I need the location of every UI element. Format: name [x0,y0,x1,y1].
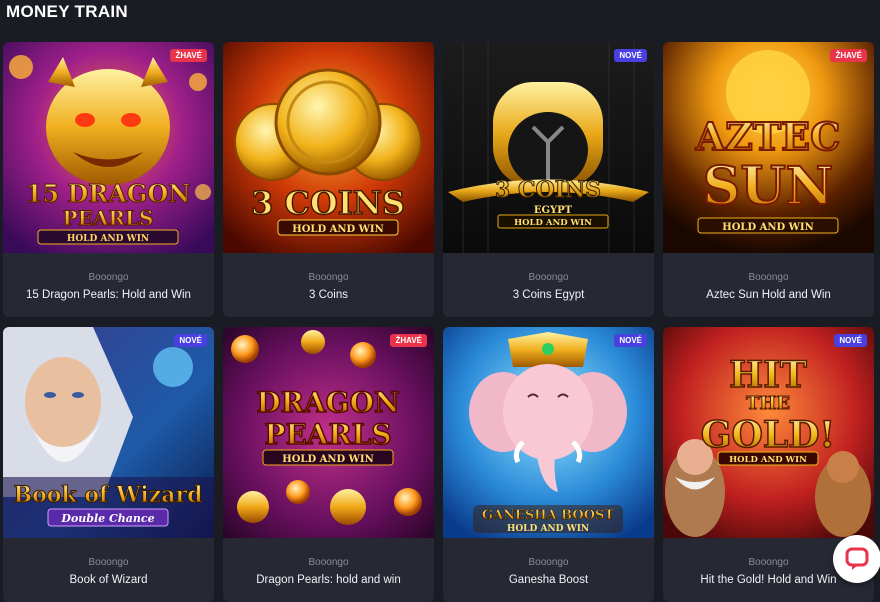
art-title-line: EGYPT [534,205,573,216]
game-provider: Booongo [308,272,349,283]
badge-new: NOVÉ [614,334,647,347]
art-title-line: DRAGON [256,386,399,419]
art-subtitle: Double Chance [60,512,154,525]
game-card[interactable]: GANESHA BOOST HOLD AND WIN NOVÉ Booongo … [443,327,654,602]
game-thumbnail[interactable]: AZTEC SUN HOLD AND WIN ŽHAVÉ [663,42,874,253]
game-name[interactable]: 3 Coins Egypt [443,289,654,301]
art-title-line: GOLD! [701,414,835,456]
art-subtitle: HOLD AND WIN [292,224,383,235]
game-card[interactable]: AZTEC SUN HOLD AND WIN ŽHAVÉ Booongo Azt… [663,42,874,317]
art-title-line: THE [746,393,790,414]
game-provider: Booongo [308,557,349,568]
game-grid: 15 DRAGON PEARLS HOLD AND WIN ŽHAVÉ Booo… [3,42,874,602]
badge-hot: ŽHAVÉ [830,49,867,62]
art-title-line: HIT [729,354,807,396]
game-provider: Booongo [88,272,129,283]
art-subtitle: HOLD AND WIN [507,524,589,534]
art-title-line: GANESHA BOOST [482,508,615,523]
section-title: MONEY TRAIN [6,2,128,21]
chat-bubble-icon [845,547,869,570]
game-name[interactable]: Aztec Sun Hold and Win [663,289,874,301]
game-name[interactable]: 15 Dragon Pearls: Hold and Win [3,289,214,301]
art-subtitle: HOLD AND WIN [514,218,592,228]
game-card[interactable]: DRAGON PEARLS HOLD AND WIN ŽHAVÉ Booongo… [223,327,434,602]
badge-hot: ŽHAVÉ [170,49,207,62]
game-provider: Booongo [528,272,569,283]
game-card[interactable]: 3 COINS HOLD AND WIN Booongo 3 Coins [223,42,434,317]
art-title-line: Book of Wizard [13,482,202,508]
game-card[interactable]: Book of Wizard Double Chance NOVÉ Booong… [3,327,214,602]
game-name[interactable]: Book of Wizard [3,574,214,586]
game-thumbnail[interactable]: HIT THE GOLD! HOLD AND WIN NOVÉ [663,327,874,538]
art-title-line: 3 COINS [495,177,601,203]
game-provider: Booongo [88,557,129,568]
badge-new: NOVÉ [174,334,207,347]
game-name[interactable]: Dragon Pearls: hold and win [223,574,434,586]
art-title-line: SUN [703,156,833,217]
game-thumbnail[interactable]: 15 DRAGON PEARLS HOLD AND WIN ŽHAVÉ [3,42,214,253]
game-name[interactable]: Ganesha Boost [443,574,654,586]
art-subtitle: HOLD AND WIN [282,454,373,465]
game-provider: Booongo [528,557,569,568]
game-provider: Booongo [748,272,789,283]
art-title-line: PEARLS [264,418,391,451]
chat-button[interactable] [833,535,880,583]
art-subtitle: HOLD AND WIN [67,234,149,244]
art-subtitle: HOLD AND WIN [729,455,807,465]
game-thumbnail[interactable]: 3 COINS HOLD AND WIN [223,42,434,253]
game-thumbnail[interactable]: Book of Wizard Double Chance NOVÉ [3,327,214,538]
art-title-line: PEARLS [63,206,154,230]
game-name[interactable]: 3 Coins [223,289,434,301]
game-thumbnail[interactable]: GANESHA BOOST HOLD AND WIN NOVÉ [443,327,654,538]
art-subtitle: HOLD AND WIN [722,222,813,233]
badge-new: NOVÉ [834,334,867,347]
badge-new: NOVÉ [614,49,647,62]
game-card[interactable]: 15 DRAGON PEARLS HOLD AND WIN ŽHAVÉ Booo… [3,42,214,317]
game-card[interactable]: 3 COINS EGYPT HOLD AND WIN NOVÉ Booongo … [443,42,654,317]
game-thumbnail[interactable]: DRAGON PEARLS HOLD AND WIN ŽHAVÉ [223,327,434,538]
badge-hot: ŽHAVÉ [390,334,427,347]
art-title-line: 15 DRAGON [26,179,190,208]
art-title-line: AZTEC [695,114,841,159]
game-thumbnail[interactable]: 3 COINS EGYPT HOLD AND WIN NOVÉ [443,42,654,253]
art-title-line: 3 COINS [251,184,405,222]
